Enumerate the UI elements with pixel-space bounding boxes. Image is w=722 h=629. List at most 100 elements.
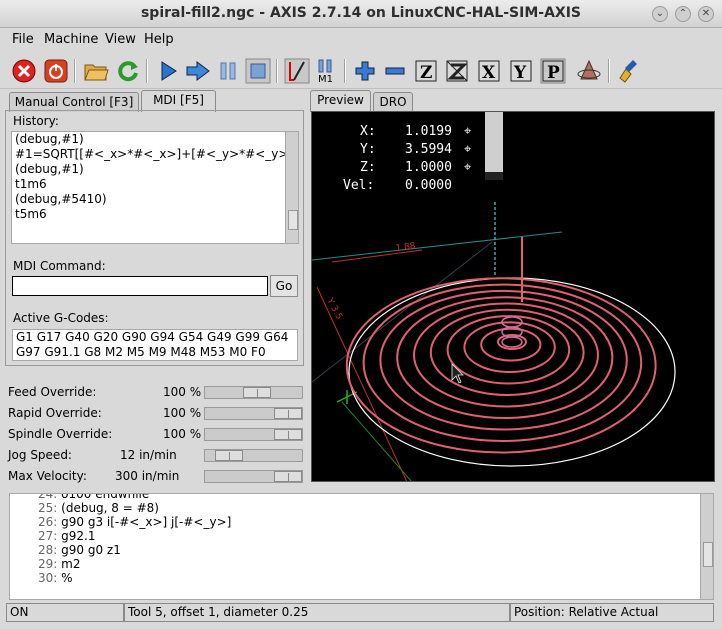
spindle-override-value: 100 % [163,427,202,441]
active-gcodes-label: Active G-Codes: [13,311,109,325]
tab-preview[interactable]: Preview [310,90,371,112]
dro-y-value: 3.5994 [405,142,452,157]
view-z-label: Z [420,63,432,83]
run-icon[interactable] [155,58,181,84]
mdi-command-label: MDI Command: [13,259,106,273]
gcode-line[interactable]: g92.1 [61,529,95,543]
line-number: 27: [38,529,58,543]
gcode-scrollbar[interactable] [700,494,713,599]
history-item[interactable]: (debug,#5410) [12,192,298,207]
tab-mdi[interactable]: MDI [F5] [141,90,216,112]
slider-thumb[interactable] [274,471,302,482]
history-scrollbar[interactable] [285,132,298,243]
homed-icon: ⌖ [464,124,472,139]
dro-y-label: Y: [360,142,376,157]
line-number: 24: [38,493,58,501]
go-button[interactable]: Go [270,275,298,297]
gcode-line[interactable]: g90 g3 i[-#<_x>] j[-#<_y>] [61,515,231,529]
reload-icon[interactable] [115,58,141,84]
view-p-icon[interactable]: P [540,58,566,84]
view-y-icon[interactable]: Y [508,58,534,84]
zoom-in-icon[interactable] [352,58,378,84]
mdi-command-input[interactable] [12,276,268,296]
max-velocity-slider[interactable] [204,470,303,483]
status-tool-info: Tool 5, offset 1, diameter 0.25 [124,603,510,622]
menu-file[interactable]: File [12,32,34,47]
history-item[interactable]: #1=SQRT[[#<_x>*#<_x>]+[#<_y>*#<_y> [12,147,298,162]
estop-icon[interactable] [11,58,37,84]
gcode-line[interactable]: m2 [61,557,80,571]
max-velocity-label: Max Velocity: [8,469,87,483]
homed-icon: ⌖ [464,142,472,157]
toolpath-ring [480,327,542,362]
power-icon[interactable] [43,58,69,84]
maximize-button[interactable]: ⌃ [675,6,691,22]
active-gcodes-line: G1 G17 G40 G20 G90 G94 G54 G49 G99 G64 [16,330,289,344]
menu-help[interactable]: Help [144,32,174,47]
slider-thumb[interactable] [215,450,244,461]
menu-view[interactable]: View [105,32,136,47]
gcode-line[interactable]: % [61,571,72,585]
pause-icon[interactable] [215,58,241,84]
dro-z-value: 1.0000 [405,160,452,175]
tab-dro[interactable]: DRO [373,92,413,112]
view-y-label: Y [513,63,527,83]
slider-thumb[interactable] [274,429,302,440]
step-icon[interactable] [185,58,211,84]
dro-vel-label: Vel: [343,178,375,193]
view-z2-icon[interactable] [444,58,470,84]
open-file-icon[interactable] [83,58,109,84]
gcode-line[interactable]: g90 g0 z1 [61,543,121,557]
m1-label: M1 [318,74,333,84]
line-number: 25: [38,501,58,515]
dro-vel-value: 0.0000 [405,178,452,193]
clear-plot-icon[interactable] [617,58,643,84]
tool-icon [485,112,503,178]
spindle-override-slider[interactable] [204,428,303,441]
view-x-icon[interactable]: X [476,58,502,84]
window-title: spiral-fill2.ngc - AXIS 2.7.14 on LinuxC… [140,5,582,21]
history-item[interactable]: t1m6 [12,177,298,192]
view-z-icon[interactable]: Z [413,58,439,84]
close-button[interactable]: ✕ [698,6,714,22]
line-number: 28: [38,543,58,557]
dro-x-value: 1.0199 [405,124,452,139]
preview-canvas[interactable]: 1.88 Y 3.5 X: 1.0199 Y: 3.5994 Z: 1.0000… [311,111,715,482]
slider-thumb[interactable] [242,387,271,398]
gcode-line[interactable]: (debug, 8 = #8) [61,501,159,515]
history-item[interactable]: (debug,#1) [12,162,298,177]
gcode-listing[interactable]: 24: o100 endwhile 25: (debug, 8 = #8) 26… [9,493,714,600]
line-number: 29: [38,557,58,571]
view-x-label: X [482,63,496,83]
slider-thumb[interactable] [274,408,302,419]
block-delete-icon[interactable] [284,58,310,84]
rapid-override-label: Rapid Override: [8,406,102,420]
history-item[interactable]: t5m6 [12,207,298,222]
max-velocity-value: 300 in/min [115,469,180,483]
rapid-override-slider[interactable] [204,407,303,420]
jog-speed-value: 12 in/min [120,448,177,462]
zoom-out-icon[interactable] [382,58,408,84]
minimize-button[interactable]: ⌄ [652,6,668,22]
history-label: History: [13,114,59,128]
stop-icon[interactable] [245,58,271,84]
feed-override-label: Feed Override: [8,385,97,399]
view-p-label: P [547,63,560,83]
title-bar: spiral-fill2.ngc - AXIS 2.7.14 on LinuxC… [0,0,722,28]
tab-manual-control[interactable]: Manual Control [F3] [9,92,139,112]
history-list[interactable]: (debug,#1) #1=SQRT[[#<_x>*#<_x>]+[#<_y>*… [11,131,299,244]
jog-speed-slider[interactable] [204,449,303,462]
optional-stop-icon[interactable]: M1 [313,58,339,84]
menu-machine[interactable]: Machine [44,32,98,47]
gcode-line[interactable]: o100 endwhile [61,494,149,501]
rapid-override-value: 100 % [163,406,202,420]
status-position-mode: Position: Relative Actual [510,603,714,622]
line-number: 26: [38,515,58,529]
active-gcodes-box: G1 G17 G40 G20 G90 G94 G54 G49 G99 G64 G… [12,329,298,361]
gcode-scroll-thumb[interactable] [703,542,713,567]
mouse-cursor-icon [451,363,464,384]
rotate-view-icon[interactable] [576,58,602,84]
history-scroll-thumb[interactable] [288,210,298,230]
feed-override-slider[interactable] [204,386,303,399]
history-item[interactable]: (debug,#1) [12,132,298,147]
